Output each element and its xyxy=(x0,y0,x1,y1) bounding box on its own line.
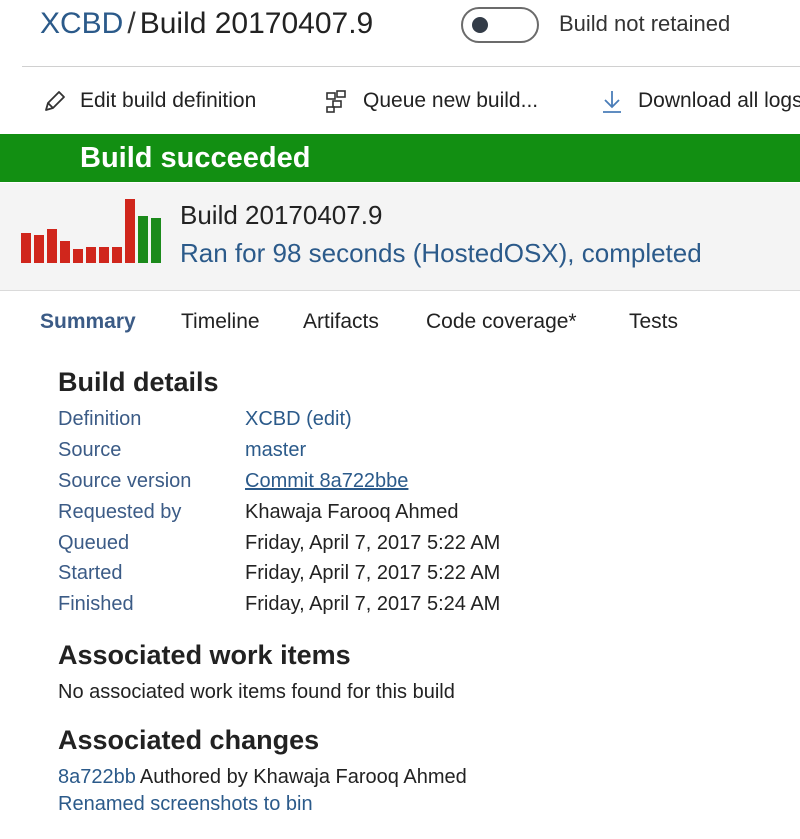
finished-time-value: Friday, April 7, 2017 5:24 AM xyxy=(245,593,501,615)
detail-label-source: Source xyxy=(58,439,122,461)
build-status-text: Build succeeded xyxy=(80,142,311,174)
build-history-bar[interactable] xyxy=(34,235,44,263)
tab-timeline[interactable]: Timeline xyxy=(181,310,260,334)
queue-new-build-label: Queue new build... xyxy=(363,89,539,112)
retain-toggle[interactable] xyxy=(461,7,539,43)
queued-time-value: Friday, April 7, 2017 5:22 AM xyxy=(245,532,501,554)
detail-label-started: Started xyxy=(58,562,123,584)
change-author-text: Authored by Khawaja Farooq Ahmed xyxy=(139,766,467,788)
breadcrumb: XCBD / Build 20170407.9 xyxy=(40,4,373,44)
download-all-logs-button[interactable]: Download all logs xyxy=(600,83,800,119)
download-all-logs-label: Download all logs xyxy=(638,89,800,112)
detail-label-finished: Finished xyxy=(58,593,134,615)
toggle-knob xyxy=(472,17,488,33)
queue-new-build-button[interactable]: Queue new build... xyxy=(323,83,538,119)
tab-bar: Summary Timeline Artifacts Code coverage… xyxy=(0,300,800,344)
build-name: Build 20170407.9 xyxy=(180,200,383,230)
edit-build-definition-button[interactable]: Edit build definition xyxy=(42,83,256,119)
pencil-icon xyxy=(45,91,65,111)
build-history-bar[interactable] xyxy=(99,247,109,263)
edit-build-definition-label: Edit build definition xyxy=(80,89,257,112)
toolbar: Edit build definition Queue new build...… xyxy=(0,67,800,133)
page-title: Build 20170407.9 xyxy=(139,7,374,40)
source-branch-link[interactable]: master xyxy=(245,437,306,463)
build-history-bar[interactable] xyxy=(112,247,122,263)
breadcrumb-separator: / xyxy=(127,7,136,40)
build-run-status: Ran for 98 seconds (HostedOSX), complete… xyxy=(180,238,702,268)
detail-label-source-version: Source version xyxy=(58,470,192,492)
definition-link[interactable]: XCBD (edit) xyxy=(245,406,352,432)
requested-by-value: Khawaja Farooq Ahmed xyxy=(245,501,459,523)
build-history-bar[interactable] xyxy=(138,216,148,263)
tab-artifacts[interactable]: Artifacts xyxy=(303,310,379,334)
page-header: XCBD / Build 20170407.9 Build not retained xyxy=(0,0,800,66)
detail-label-definition: Definition xyxy=(58,408,142,430)
build-history-bar[interactable] xyxy=(60,241,70,263)
build-history-bar[interactable] xyxy=(21,233,31,263)
build-history-bar[interactable] xyxy=(86,247,96,263)
tab-code-coverage[interactable]: Code coverage* xyxy=(426,310,577,334)
queue-build-icon xyxy=(326,90,346,113)
retain-status-label: Build not retained xyxy=(559,11,731,36)
change-message-link[interactable]: Renamed screenshots to bin xyxy=(58,791,313,817)
detail-label-requested-by: Requested by xyxy=(58,501,182,523)
change-commit-link[interactable]: 8a722bb xyxy=(58,766,136,788)
build-summary-band: Build 20170407.9 Ran for 98 seconds (Hos… xyxy=(0,183,800,291)
detail-label-queued: Queued xyxy=(58,532,130,554)
started-time-value: Friday, April 7, 2017 5:22 AM xyxy=(245,562,501,584)
work-items-empty-text: No associated work items found for this … xyxy=(58,681,455,703)
tab-tests[interactable]: Tests xyxy=(629,310,678,334)
build-history-bar[interactable] xyxy=(125,199,135,263)
work-items-heading: Associated work items xyxy=(58,640,351,670)
changes-heading: Associated changes xyxy=(58,725,320,755)
build-history-bar[interactable] xyxy=(47,229,57,263)
tab-summary[interactable]: Summary xyxy=(40,310,136,334)
change-item: 8a722bb Authored by Khawaja Farooq Ahmed xyxy=(58,764,467,790)
commit-link[interactable]: Commit 8a722bbe xyxy=(245,468,408,494)
project-link[interactable]: XCBD xyxy=(40,7,123,40)
download-icon xyxy=(603,91,621,113)
build-history-bar[interactable] xyxy=(151,218,161,263)
build-history-chart xyxy=(21,199,164,263)
build-history-bar[interactable] xyxy=(73,249,83,263)
build-status-banner: Build succeeded xyxy=(0,134,800,182)
build-details-heading: Build details xyxy=(58,367,219,397)
